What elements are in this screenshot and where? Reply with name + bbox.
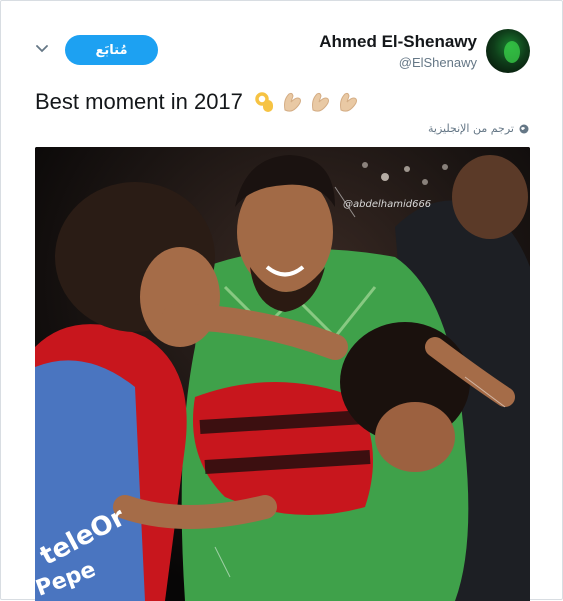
translate-link[interactable]: ترجم من الإنجليزية [428,122,529,135]
author-display-name[interactable]: Ahmed El-Shenawy [319,32,477,52]
tweet-text: Best moment in 2017 [35,89,243,114]
tweet-card: مُتابَع Ahmed El-Shenawy @ElShenawy Best… [0,0,563,601]
photo-watermark: @abdelhamid666 [343,199,432,210]
author-handle[interactable]: @ElShenawy [319,54,477,72]
emoji-group [253,90,359,114]
globe-icon [519,124,529,133]
tweet-body: Best moment in 2017 [35,89,359,115]
avatar[interactable] [486,29,530,73]
ok-hand-emoji-icon [255,92,273,112]
following-button[interactable]: مُتابَع [65,35,158,65]
clapping-hand-emoji-icon [339,92,357,112]
chevron-down-icon[interactable] [34,41,50,57]
author-info: Ahmed El-Shenawy @ElShenawy [319,32,477,72]
tweet-photo[interactable]: @abdelhamid666 teleOr Pepe [35,147,530,601]
clapping-hand-emoji-icon [311,92,329,112]
translate-label: ترجم من الإنجليزية [428,122,514,135]
avatar-figure [504,41,520,63]
clapping-hand-emoji-icon [283,92,301,112]
